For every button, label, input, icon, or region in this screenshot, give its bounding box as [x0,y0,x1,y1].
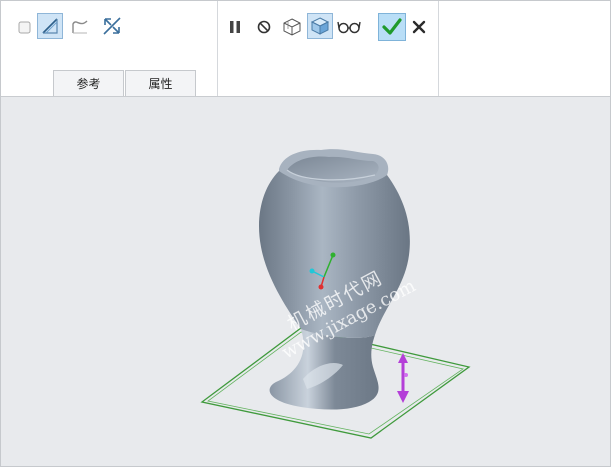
cancel-button[interactable] [406,14,432,40]
preview-group [218,1,439,96]
no-preview-icon [257,20,271,34]
verify-mode-icon [337,21,361,34]
solid-box-icon [18,21,31,34]
model-canvas[interactable] [1,97,610,466]
options-group: 参考 属性 [1,1,218,96]
surface-curve-icon [72,20,88,34]
dashboard-tabs: 参考 属性 [53,70,197,96]
feature-preview-icon [310,17,330,35]
geometry-preview-icon [283,18,301,36]
pause-button[interactable] [222,14,248,40]
depth-drag-handle[interactable] [397,353,409,403]
app-window: 参考 属性 机械时代网 www.jixage.com [0,0,611,467]
feature-preview-button[interactable] [307,13,333,39]
close-icon [412,20,426,34]
surface-trim-button[interactable] [37,13,63,39]
tab-properties[interactable]: 属性 [125,70,196,96]
verify-mode-button[interactable] [336,14,362,40]
surface-curve-button[interactable] [67,13,93,39]
tab-references[interactable]: 参考 [53,70,124,96]
pause-icon [230,21,240,33]
dashboard-ribbon: 参考 属性 [1,1,610,97]
flip-direction-button[interactable] [99,13,125,39]
no-preview-button[interactable] [251,14,277,40]
checkmark-icon [382,18,402,35]
geometry-preview-button[interactable] [279,14,305,40]
surface-trim-icon [42,18,58,34]
vase-model[interactable] [259,149,410,410]
solid-box-button[interactable] [11,14,37,40]
flip-direction-icon [103,17,121,35]
graphics-viewport[interactable]: 机械时代网 www.jixage.com [1,97,610,466]
confirm-button[interactable] [378,13,406,41]
